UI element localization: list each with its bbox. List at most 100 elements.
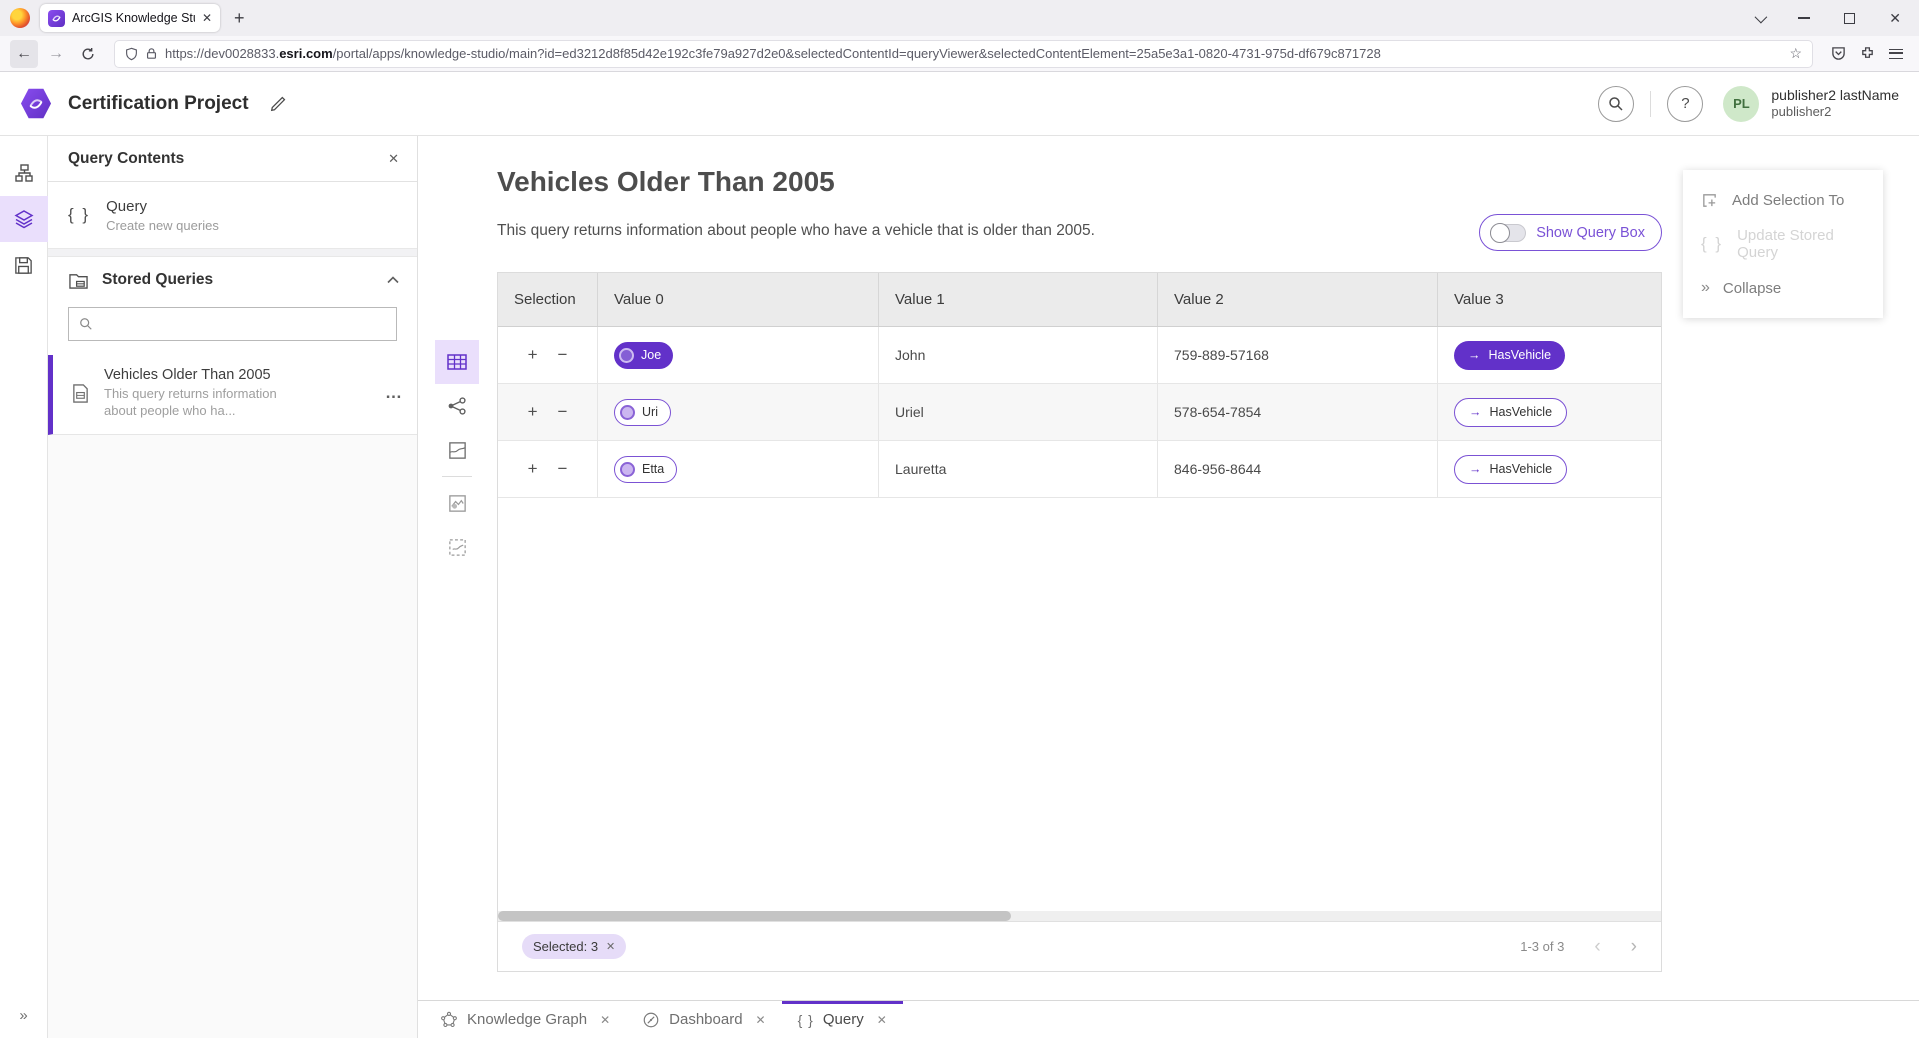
entity-node-icon <box>619 348 634 363</box>
lock-icon[interactable] <box>146 47 157 60</box>
panel-empty-area <box>48 435 417 1038</box>
next-page-button[interactable]: › <box>1631 937 1637 956</box>
arrow-right-icon: → <box>1469 462 1482 476</box>
search-input[interactable] <box>101 317 386 332</box>
reload-button[interactable] <box>74 40 102 68</box>
collapse-chevron-icon[interactable] <box>387 276 399 284</box>
stored-query-description: This query returns information about peo… <box>104 386 309 420</box>
browser-tab[interactable]: ArcGIS Knowledge Studio ✕ <box>40 4 220 32</box>
cell-value2[interactable]: 759-889-57168 <box>1158 327 1438 383</box>
rail-item-save[interactable] <box>0 242 48 288</box>
table-row[interactable]: + − Uri Uriel 578-654-7854 →HasVehicle <box>498 384 1661 441</box>
back-button[interactable]: ← <box>10 40 38 68</box>
clear-selection-icon[interactable]: ✕ <box>606 940 615 953</box>
add-selection-button[interactable]: + <box>528 345 538 365</box>
app-header: Certification Project ? PL publisher2 la… <box>0 72 1919 136</box>
add-selection-button[interactable]: + <box>528 459 538 479</box>
table-view-button[interactable] <box>435 340 479 384</box>
tab-dashboard[interactable]: Dashboard ✕ <box>626 1001 781 1038</box>
entity-pill[interactable]: Etta <box>614 456 677 483</box>
map-view-button[interactable] <box>435 428 479 472</box>
knowledge-graph-icon <box>440 1011 458 1029</box>
panel-close-icon[interactable]: ✕ <box>388 151 399 167</box>
scrollbar-thumb[interactable] <box>498 911 1011 921</box>
question-icon: ? <box>1681 95 1689 112</box>
pocket-icon[interactable] <box>1831 46 1846 61</box>
list-tabs-icon[interactable] <box>1755 10 1768 23</box>
menu-hamburger-icon[interactable] <box>1889 49 1903 59</box>
bookmark-star-icon[interactable]: ☆ <box>1789 45 1802 62</box>
relationship-pill[interactable]: →HasVehicle <box>1454 398 1567 427</box>
stored-queries-header[interactable]: Stored Queries <box>48 257 417 303</box>
entity-pill[interactable]: Joe <box>614 342 673 369</box>
url-text[interactable]: https://dev0028833.esri.com/portal/apps/… <box>165 46 1781 61</box>
stored-query-item[interactable]: Vehicles Older Than 2005 This query retu… <box>48 355 417 435</box>
tab-close-icon[interactable]: ✕ <box>202 11 212 25</box>
remove-selection-button[interactable]: − <box>558 345 568 365</box>
edit-title-button[interactable] <box>269 95 287 113</box>
column-header-selection[interactable]: Selection <box>498 273 598 326</box>
remove-selection-button[interactable]: − <box>558 459 568 479</box>
cell-value2[interactable]: 578-654-7854 <box>1158 384 1438 440</box>
column-header-value1[interactable]: Value 1 <box>879 273 1158 326</box>
folder-icon <box>68 271 89 290</box>
window-maximize-button[interactable] <box>1844 13 1855 24</box>
query-item-subtitle: Create new queries <box>106 218 219 233</box>
tab-knowledge-graph[interactable]: Knowledge Graph ✕ <box>424 1001 626 1038</box>
menu-item-update-stored-query[interactable]: { } Update Stored Query <box>1683 222 1883 266</box>
menu-item-add-selection-to[interactable]: Add Selection To <box>1683 178 1883 222</box>
cell-value2[interactable]: 846-956-8644 <box>1158 441 1438 497</box>
column-header-value2[interactable]: Value 2 <box>1158 273 1438 326</box>
cell-value1[interactable]: Lauretta <box>879 441 1158 497</box>
firefox-icon[interactable] <box>10 8 30 28</box>
add-to-map-button[interactable] <box>435 481 479 525</box>
relationship-pill[interactable]: →HasVehicle <box>1454 341 1565 370</box>
previous-page-button[interactable]: ‹ <box>1594 937 1600 956</box>
cell-value1[interactable]: John <box>879 327 1158 383</box>
address-bar[interactable]: https://dev0028833.esri.com/portal/apps/… <box>114 40 1813 68</box>
add-selection-button[interactable]: + <box>528 402 538 422</box>
tab-close-icon[interactable]: ✕ <box>600 1013 610 1027</box>
user-avatar[interactable]: PL <box>1723 86 1759 122</box>
rail-item-hierarchy[interactable] <box>0 150 48 196</box>
menu-item-label: Update Stored Query <box>1737 227 1865 261</box>
table-header-row: Selection Value 0 Value 1 Value 2 Value … <box>498 273 1661 327</box>
window-minimize-button[interactable] <box>1798 17 1810 19</box>
table-row[interactable]: + − Joe John 759-889-57168 →HasVehicle <box>498 327 1661 384</box>
tab-query[interactable]: { } Query ✕ <box>782 1001 903 1038</box>
show-query-box-toggle[interactable]: Show Query Box <box>1479 214 1662 251</box>
new-map-button[interactable] <box>435 525 479 569</box>
column-header-value3[interactable]: Value 3 <box>1438 273 1661 326</box>
relationship-pill[interactable]: →HasVehicle <box>1454 455 1567 484</box>
help-button[interactable]: ? <box>1667 86 1703 122</box>
user-username: publisher2 <box>1771 104 1899 120</box>
tracking-shield-icon[interactable] <box>125 47 138 61</box>
selected-count-chip[interactable]: Selected: 3 ✕ <box>522 934 626 959</box>
window-close-button[interactable]: ✕ <box>1889 11 1901 25</box>
cell-value1[interactable]: Uriel <box>879 384 1158 440</box>
search-button[interactable] <box>1598 86 1634 122</box>
table-icon <box>446 352 468 372</box>
search-icon <box>79 317 93 331</box>
entity-pill[interactable]: Uri <box>614 399 671 426</box>
horizontal-scrollbar[interactable] <box>498 911 1661 921</box>
user-info[interactable]: publisher2 lastName publisher2 <box>1771 87 1899 121</box>
stored-queries-search[interactable] <box>68 307 397 341</box>
arrow-right-icon: → <box>1469 405 1482 419</box>
column-header-value0[interactable]: Value 0 <box>598 273 879 326</box>
toggle-track[interactable] <box>1490 224 1526 242</box>
menu-item-collapse[interactable]: » Collapse <box>1683 266 1883 310</box>
new-tab-button[interactable]: + <box>234 8 245 29</box>
arcgis-favicon-icon <box>48 10 65 27</box>
query-list-item[interactable]: { } Query Create new queries <box>48 182 417 248</box>
item-options-icon[interactable]: … <box>385 383 403 403</box>
rail-item-contents[interactable] <box>0 196 48 242</box>
remove-selection-button[interactable]: − <box>558 402 568 422</box>
table-row[interactable]: + − Etta Lauretta 846-956-8644 →HasVehic… <box>498 441 1661 498</box>
forward-button[interactable]: → <box>42 40 70 68</box>
extensions-puzzle-icon[interactable] <box>1860 46 1875 61</box>
tab-close-icon[interactable]: ✕ <box>877 1013 887 1027</box>
expand-rail-button[interactable]: » <box>19 1007 27 1038</box>
tab-close-icon[interactable]: ✕ <box>756 1013 766 1027</box>
link-chart-view-button[interactable] <box>435 384 479 428</box>
